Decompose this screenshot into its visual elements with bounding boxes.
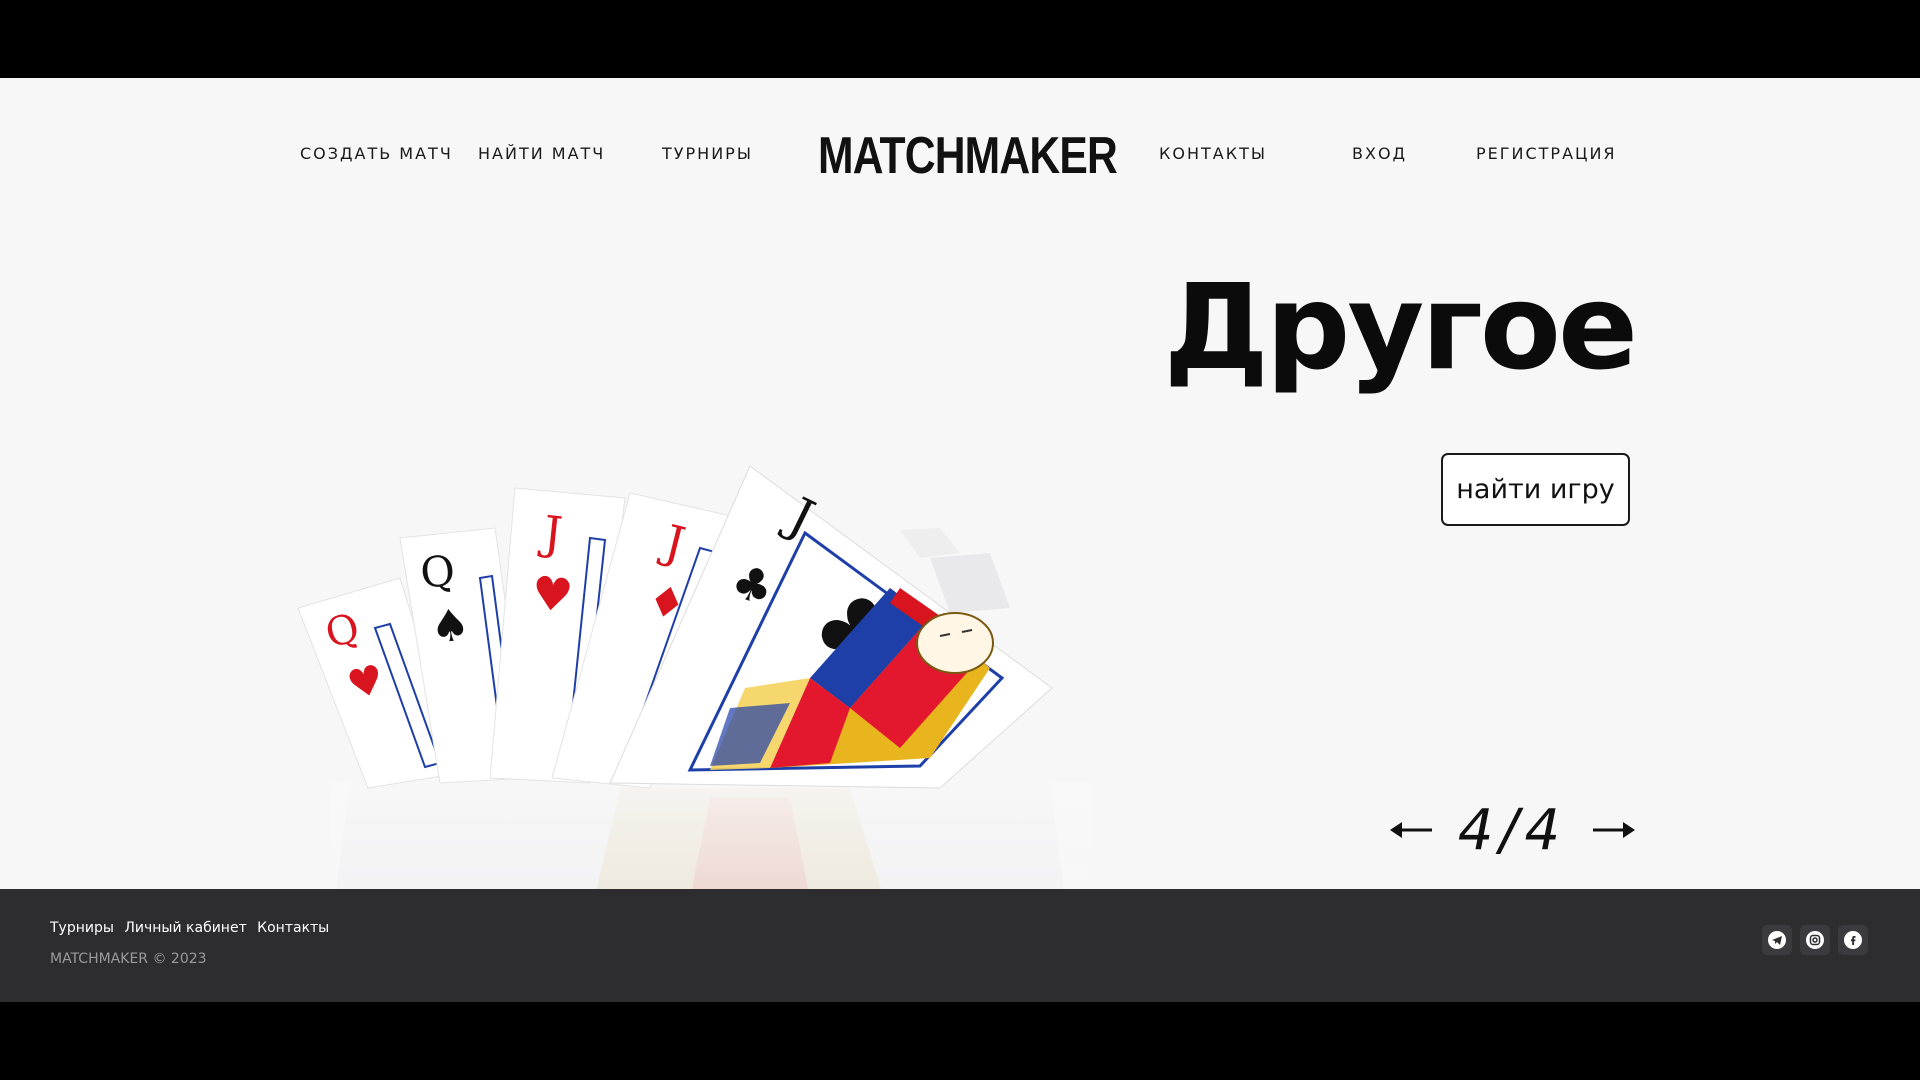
telegram-button[interactable] <box>1762 925 1792 955</box>
arrow-right-icon[interactable] <box>1591 815 1635 845</box>
slide-separator: / <box>1499 798 1525 863</box>
logo[interactable]: MATCHMAKER <box>818 130 1118 182</box>
hero-title: Другое <box>1163 258 1638 396</box>
page-main: СОЗДАТЬ МАТЧ НАЙТИ МАТЧ ТУРНИРЫ MATCHMAK… <box>0 78 1920 889</box>
playing-cards-image: Q ♥ Q ♠ J ♥ J ♦ J ♣ ♣ <box>297 465 1090 889</box>
letterbox-bottom <box>0 1002 1920 1080</box>
facebook-icon <box>1844 931 1862 949</box>
letterbox-top <box>0 0 1920 78</box>
footer-links: Турниры Личный кабинет Контакты <box>50 919 335 937</box>
instagram-icon <box>1806 931 1824 949</box>
arrow-left-icon[interactable] <box>1390 815 1434 845</box>
cards-reflection <box>330 783 1090 889</box>
slider-control: 4/4 <box>1390 798 1635 864</box>
footer-link-contacts[interactable]: Контакты <box>257 920 329 936</box>
nav-find-match[interactable]: НАЙТИ МАТЧ <box>478 144 605 163</box>
top-nav: СОЗДАТЬ МАТЧ НАЙТИ МАТЧ ТУРНИРЫ MATCHMAK… <box>0 130 1920 182</box>
footer-link-account[interactable]: Личный кабинет <box>124 920 246 936</box>
slide-counter: 4/4 <box>1454 798 1570 864</box>
instagram-button[interactable] <box>1800 925 1830 955</box>
svg-text:Q: Q <box>418 546 457 598</box>
nav-contacts[interactable]: КОНТАКТЫ <box>1159 144 1267 163</box>
nav-register[interactable]: РЕГИСТРАЦИЯ <box>1476 144 1617 163</box>
telegram-icon <box>1768 931 1786 949</box>
slide-total: 4 <box>1524 798 1567 863</box>
find-game-button[interactable]: найти игру <box>1441 453 1630 526</box>
slide-current: 4 <box>1457 798 1500 863</box>
nav-create-match[interactable]: СОЗДАТЬ МАТЧ <box>300 144 453 163</box>
svg-text:♥: ♥ <box>529 565 576 623</box>
facebook-button[interactable] <box>1838 925 1868 955</box>
copyright: MATCHMAKER © 2023 <box>50 951 207 967</box>
footer-link-tournaments[interactable]: Турниры <box>50 920 114 936</box>
footer: Турниры Личный кабинет Контакты MATCHMAK… <box>0 889 1920 1002</box>
nav-tournaments[interactable]: ТУРНИРЫ <box>662 144 753 163</box>
nav-login[interactable]: ВХОД <box>1352 144 1407 163</box>
svg-text:♠: ♠ <box>428 599 473 654</box>
